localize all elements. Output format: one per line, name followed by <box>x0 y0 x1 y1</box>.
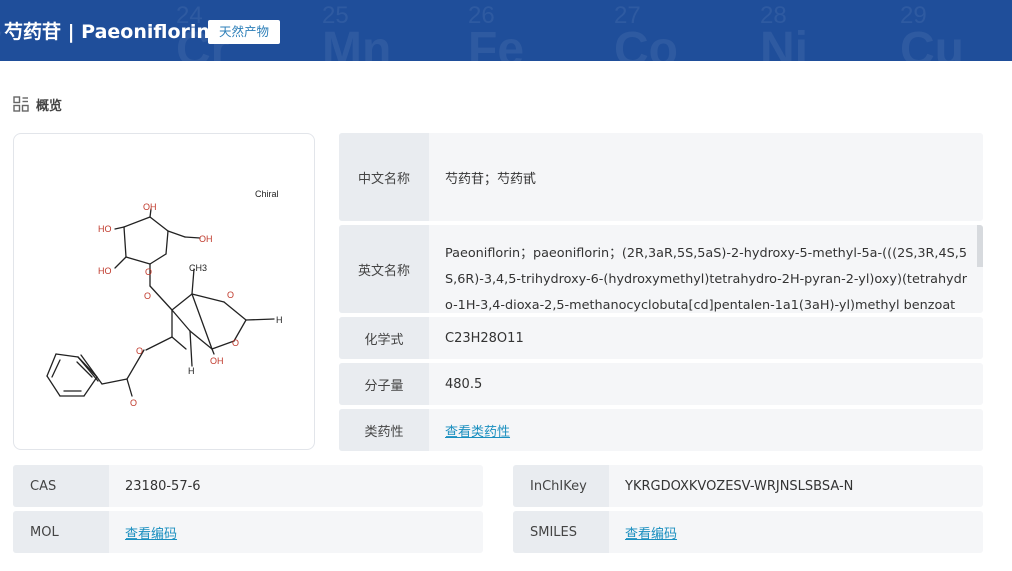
view-drug-likeness-link[interactable]: 查看类药性 <box>445 421 510 440</box>
overview-section-header: 概览 <box>13 95 63 114</box>
bg-element-tile: 25 Mn <box>322 2 392 61</box>
property-row-formula: 化学式 C23H28O11 <box>339 317 983 359</box>
bg-element-tile: 28 Ni <box>760 2 808 61</box>
bg-element-tile: 23V <box>0 2 2 62</box>
identifier-row-mol: MOL 查看编码 <box>13 511 483 553</box>
identifier-value: 23180-57-6 <box>125 478 201 494</box>
property-row-cn-name: 中文名称 芍药苷；芍药甙 <box>339 133 983 221</box>
bg-element-tile: 27 Co <box>614 2 678 61</box>
atom-label: O <box>232 338 239 348</box>
identifier-row-cas: CAS 23180-57-6 <box>13 465 483 507</box>
identifier-label: CAS <box>13 465 109 507</box>
property-value: 480.5 <box>445 376 483 392</box>
property-label: 类药性 <box>339 409 429 451</box>
scrollbar[interactable] <box>977 225 983 267</box>
property-label: 化学式 <box>339 317 429 359</box>
atom-label: H <box>276 315 283 325</box>
atom-label: H <box>188 366 195 376</box>
property-value: 芍药苷；芍药甙 <box>445 171 537 187</box>
structure-image: Chiral OH OH HO HO O O CH3 O O H OH H O … <box>13 133 315 450</box>
identifier-row-smiles: SMILES 查看编码 <box>513 511 983 553</box>
atom-label: O <box>145 267 152 277</box>
view-smiles-code-link[interactable]: 查看编码 <box>625 523 677 542</box>
page-header: 23V 24Cr 25Mn 26Fe 27Co 28Ni 29Cu 芍药苷 | … <box>0 0 1012 61</box>
identifier-row-inchikey: InChIKey YKRGDOXKVOZESV-WRJNSLSBSA-N <box>513 465 983 507</box>
identifier-label: InChIKey <box>513 465 609 507</box>
atom-label: OH <box>210 356 224 366</box>
property-row-en-name: 英文名称 Paeoniflorin；paeoniflorin；(2R,3aR,5… <box>339 225 983 313</box>
atom-label: HO <box>98 266 112 276</box>
property-label: 中文名称 <box>339 133 429 221</box>
atom-label: O <box>130 398 137 408</box>
identifier-label: MOL <box>13 511 109 553</box>
atom-label: OH <box>143 202 157 212</box>
property-row-drug-like: 类药性 查看类药性 <box>339 409 983 451</box>
view-mol-code-link[interactable]: 查看编码 <box>125 523 177 542</box>
atom-label: CH3 <box>189 263 207 273</box>
atom-label: HO <box>98 224 112 234</box>
category-badge[interactable]: 天然产物 <box>208 20 280 44</box>
atom-label: OH <box>199 234 213 244</box>
property-label: 分子量 <box>339 363 429 405</box>
overview-label: 概览 <box>36 98 63 114</box>
grid-icon <box>13 96 29 112</box>
property-label: 英文名称 <box>339 225 429 313</box>
atom-label: O <box>227 290 234 300</box>
molecule-structure: Chiral OH OH HO HO O O CH3 O O H OH H O … <box>46 189 283 408</box>
bg-element-tile: 29 Cu <box>900 2 964 61</box>
identifier-value: YKRGDOXKVOZESV-WRJNSLSBSA-N <box>625 478 854 494</box>
atom-label: O <box>136 346 143 356</box>
atom-label: O <box>144 291 151 301</box>
property-row-mw: 分子量 480.5 <box>339 363 983 405</box>
bg-element-tile: 26 Fe <box>468 2 525 61</box>
property-value: C23H28O11 <box>445 330 524 346</box>
chiral-label: Chiral <box>255 189 279 199</box>
property-value: Paeoniflorin；paeoniflorin；(2R,3aR,5S,5aS… <box>445 246 968 313</box>
identifier-label: SMILES <box>513 511 609 553</box>
page-title: 芍药苷 | Paeoniflorin <box>4 21 210 43</box>
